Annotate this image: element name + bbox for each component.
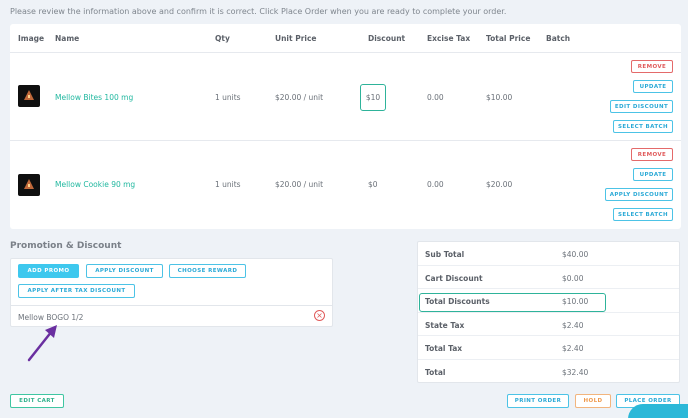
total-price-value: $20.00 <box>486 180 513 189</box>
unit-price-value: $20.00 / unit <box>275 93 324 102</box>
apply-discount-promo-button[interactable]: APPLY DISCOUNT <box>86 264 163 278</box>
header-divider <box>10 52 681 53</box>
order-summary: Sub Total $40.00 Cart Discount $0.00 Tot… <box>417 241 680 383</box>
total-price-value: $10.00 <box>486 93 513 102</box>
annotation-arrow-icon <box>27 325 57 362</box>
edit-discount-button[interactable]: EDIT DISCOUNT <box>610 100 673 113</box>
promo-panel: ADD PROMO APPLY DISCOUNT CHOOSE REWARD A… <box>10 258 333 327</box>
qty-value: 1 units <box>215 180 241 189</box>
product-thumbnail-icon <box>18 174 40 196</box>
add-promo-button[interactable]: ADD PROMO <box>18 264 79 278</box>
summary-row-sub-total: Sub Total $40.00 <box>418 242 679 266</box>
column-header-total-price: Total Price <box>486 34 531 43</box>
unit-price-value: $20.00 / unit <box>275 180 324 189</box>
total-discounts-highlight <box>419 293 606 312</box>
remove-button[interactable]: REMOVE <box>631 60 673 73</box>
column-header-discount: Discount <box>368 34 406 43</box>
review-notice: Please review the information above and … <box>10 7 507 16</box>
summary-label: Total Tax <box>425 344 463 354</box>
excise-tax-value: 0.00 <box>427 180 444 189</box>
summary-label: Sub Total <box>425 250 465 259</box>
column-header-excise-tax: Excise Tax <box>427 34 471 43</box>
apply-after-tax-discount-button[interactable]: APPLY AFTER TAX DISCOUNT <box>18 284 135 298</box>
hold-button[interactable]: HOLD <box>575 394 611 408</box>
remove-button[interactable]: REMOVE <box>631 148 673 161</box>
summary-label: State Tax <box>425 320 465 330</box>
apply-discount-button[interactable]: APPLY DISCOUNT <box>605 188 673 201</box>
select-batch-button[interactable]: SELECT BATCH <box>613 208 673 221</box>
summary-row-total: Total $32.40 <box>418 360 679 384</box>
summary-label: Total <box>425 368 446 377</box>
select-batch-button[interactable]: SELECT BATCH <box>613 120 673 133</box>
applied-promo-name: Mellow BOGO 1/2 <box>18 313 84 322</box>
product-name-link[interactable]: Mellow Bites 100 mg <box>55 93 133 102</box>
promo-divider <box>11 305 332 306</box>
row-divider <box>10 140 681 141</box>
summary-value: $2.40 <box>562 320 584 330</box>
discount-value: $0 <box>368 180 378 189</box>
product-thumbnail-icon <box>18 85 40 107</box>
column-header-image: Image <box>18 34 45 43</box>
summary-value: $32.40 <box>562 368 589 377</box>
summary-value: $2.40 <box>562 344 584 354</box>
column-header-batch: Batch <box>546 34 571 43</box>
column-header-unit-price: Unit Price <box>275 34 317 43</box>
edit-cart-button[interactable]: EDIT CART <box>10 394 64 408</box>
qty-value: 1 units <box>215 93 241 102</box>
summary-row-total-tax: Total Tax $2.40 <box>418 336 679 360</box>
update-button[interactable]: UPDATE <box>633 168 673 181</box>
cart-table: Image Name Qty Unit Price Discount Excis… <box>10 24 681 229</box>
summary-row-state-tax: State Tax $2.40 <box>418 313 679 337</box>
summary-label: Cart Discount <box>425 273 483 283</box>
promo-section-title: Promotion & Discount <box>10 241 122 251</box>
column-header-qty: Qty <box>215 34 230 43</box>
chat-widget-icon[interactable] <box>628 404 688 418</box>
excise-tax-value: 0.00 <box>427 93 444 102</box>
remove-promo-close-icon[interactable]: × <box>314 310 325 321</box>
summary-value: $40.00 <box>562 250 589 259</box>
column-header-name: Name <box>55 34 80 43</box>
update-button[interactable]: UPDATE <box>633 80 673 93</box>
product-name-link[interactable]: Mellow Cookie 90 mg <box>55 180 135 189</box>
discount-value-highlighted: $10 <box>360 84 386 111</box>
print-order-button[interactable]: PRINT ORDER <box>507 394 569 408</box>
choose-reward-button[interactable]: CHOOSE REWARD <box>169 264 246 278</box>
summary-value: $0.00 <box>562 273 584 283</box>
summary-row-cart-discount: Cart Discount $0.00 <box>418 266 679 290</box>
